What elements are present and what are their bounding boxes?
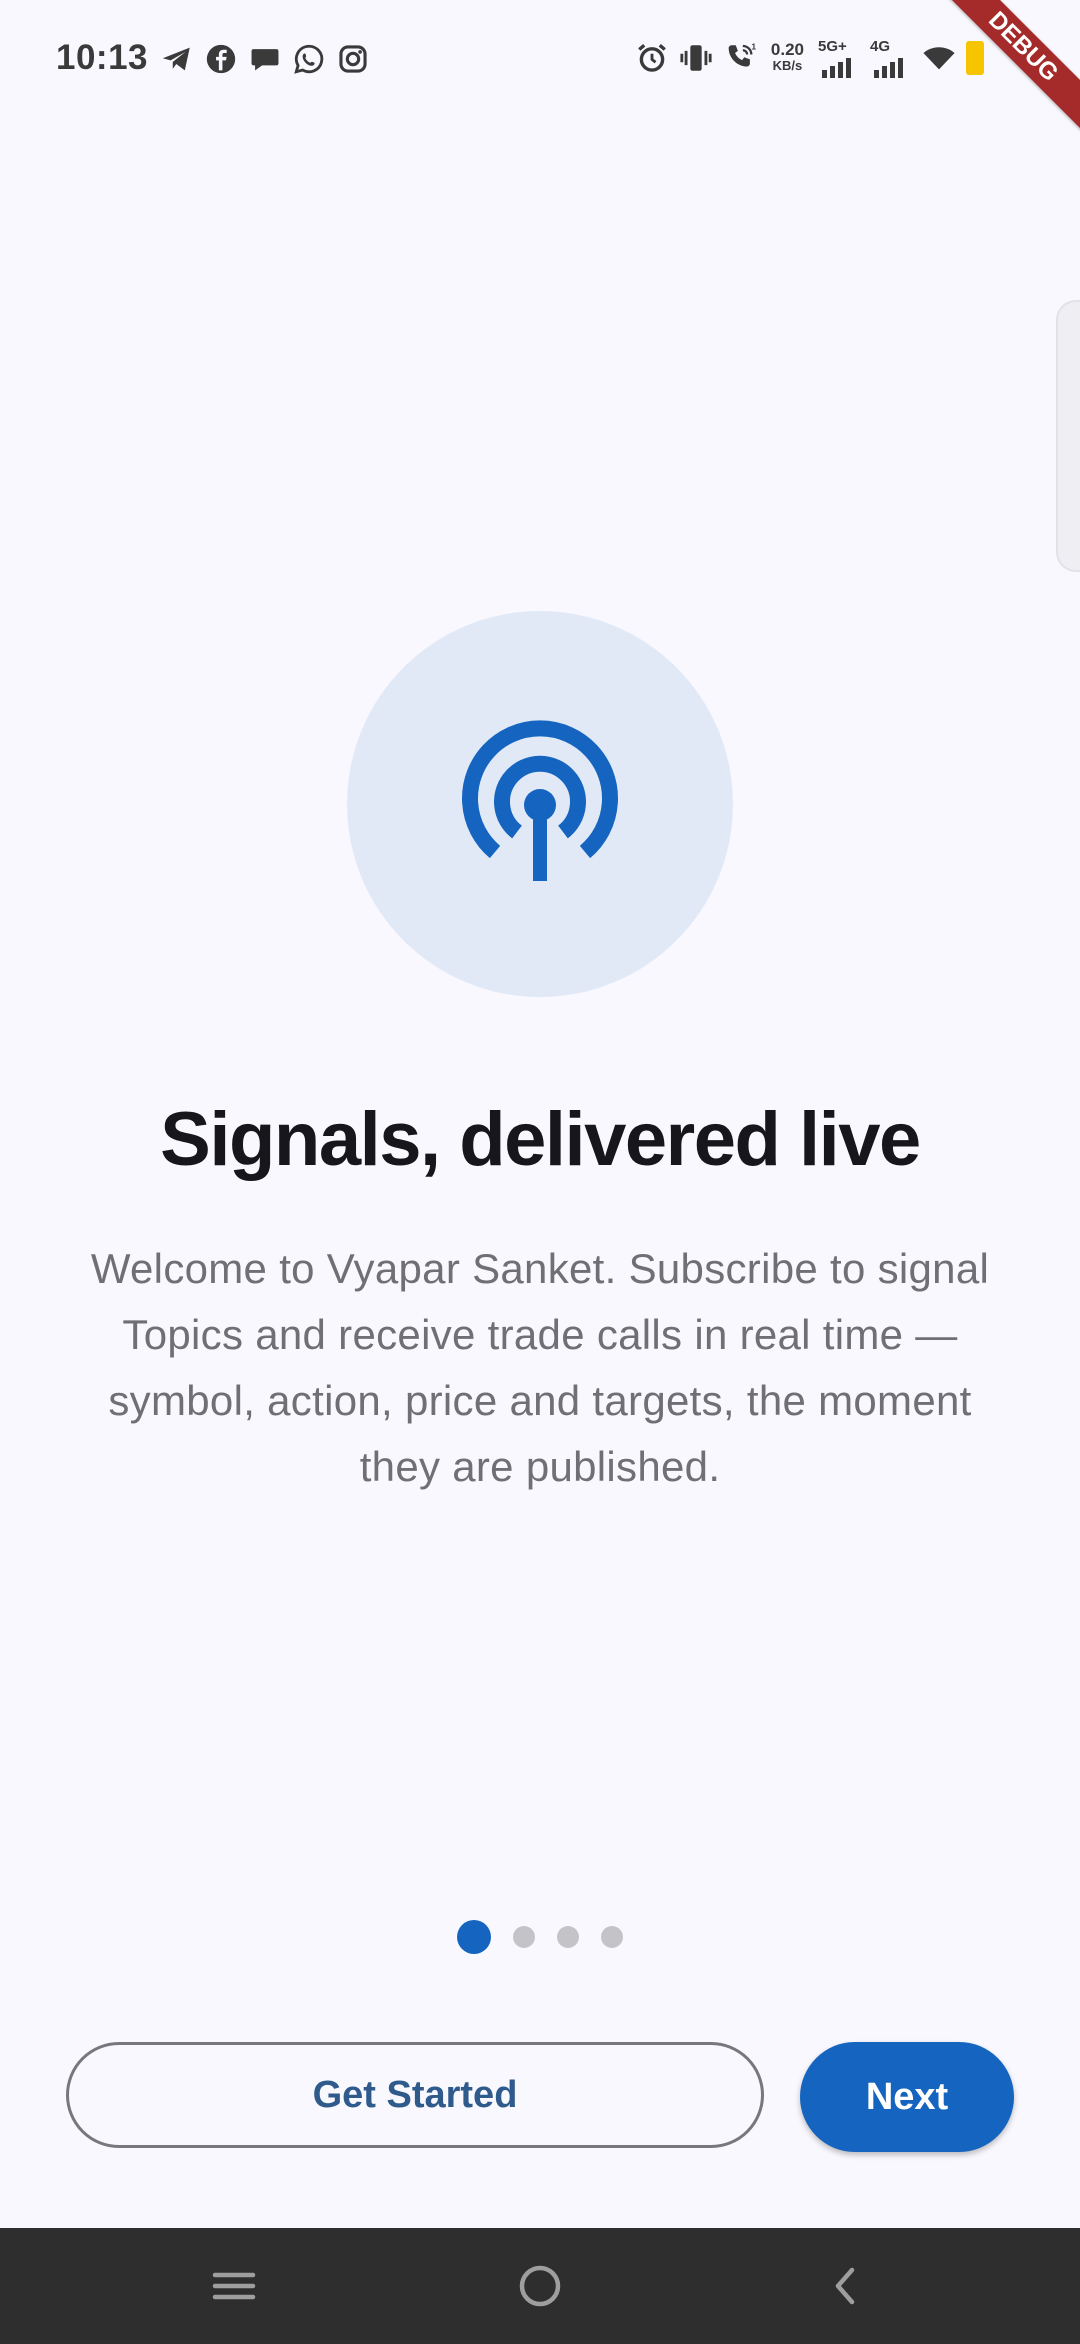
get-started-button[interactable]: Get Started <box>66 2042 764 2148</box>
back-icon[interactable] <box>818 2258 874 2314</box>
chat-bubble-icon <box>251 49 279 71</box>
onboarding-title: Signals, delivered live <box>160 1097 921 1182</box>
page-dot-3[interactable] <box>557 1926 579 1948</box>
next-button[interactable]: Next <box>800 2042 1014 2152</box>
system-navigation-bar <box>0 2228 1080 2344</box>
network-speed: 0.20 KB/s <box>770 40 804 74</box>
telegram-icon <box>162 47 190 71</box>
signal-5g-icon: 5G+ <box>818 38 860 78</box>
whatsapp-icon <box>294 44 324 74</box>
onboarding-description: Welcome to Vyapar Sanket. Subscribe to s… <box>90 1245 990 1490</box>
system-icons: 1 0.20 KB/s 5G+ 4G <box>635 38 984 78</box>
svg-text:1: 1 <box>751 42 756 52</box>
signal-4g-icon: 4G <box>870 38 912 78</box>
instagram-icon <box>339 45 367 73</box>
battery-icon <box>966 41 984 75</box>
page-dot-1-active[interactable] <box>457 1920 491 1954</box>
network-speed-unit: KB/s <box>772 58 803 73</box>
edge-panel-handle[interactable] <box>1056 300 1080 572</box>
status-time: 10:13 <box>56 38 149 77</box>
wifi-icon <box>923 47 955 70</box>
page-indicator <box>0 1920 1080 1954</box>
menu-icon[interactable] <box>206 2258 262 2314</box>
network-speed-value: 0.20 <box>770 40 804 59</box>
sim2-network-label: 4G <box>870 38 891 55</box>
page-dot-4[interactable] <box>601 1926 623 1948</box>
page-dot-2[interactable] <box>513 1926 535 1948</box>
get-started-label: Get Started <box>312 2073 518 2116</box>
wifi-calling-icon: 1 <box>728 42 756 67</box>
next-label: Next <box>865 2075 949 2118</box>
broadcast-signal-icon <box>462 720 618 881</box>
notification-icons <box>160 42 370 76</box>
alarm-icon <box>638 43 666 72</box>
vibrate-icon <box>680 45 712 71</box>
home-icon[interactable] <box>512 2258 568 2314</box>
sim1-network-label: 5G+ <box>818 38 847 55</box>
status-bar: 10:13 1 0.20 KB/s 5G+ 4G <box>0 0 1080 122</box>
facebook-icon <box>206 44 236 74</box>
